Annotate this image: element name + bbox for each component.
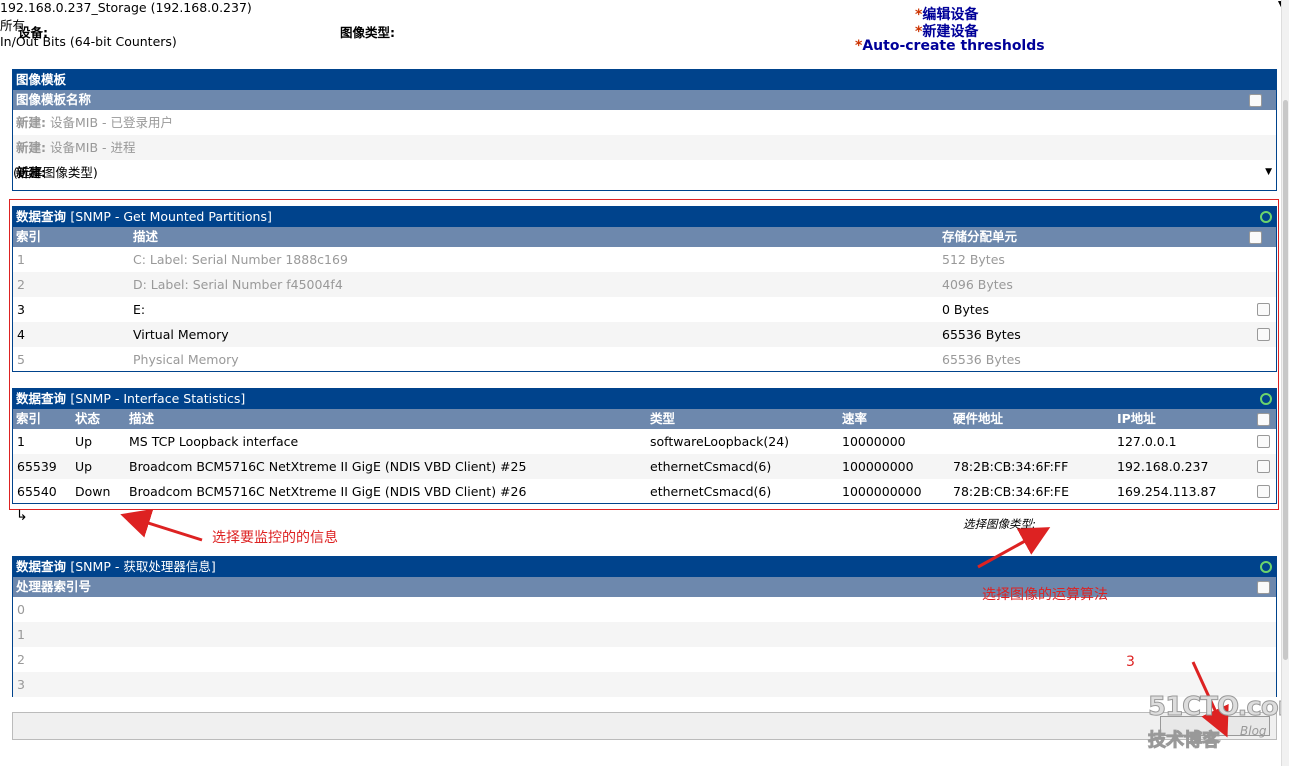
watermark-blog: Blog [1240,724,1267,738]
watermark-brand: 51CTO.com [1148,692,1289,723]
arrow-to-table [120,508,203,542]
annotation-select-algo: 选择图像的运算算法 [982,587,1108,603]
annotation-step: 3 [1126,654,1135,670]
annotation-select-info: 选择要监控的的信息 [212,530,338,546]
scrollbar-thumb[interactable] [1283,100,1288,660]
annotation-arrows [120,508,1229,738]
watermark-sub: 技术博客 [1148,730,1221,752]
arrow-to-select [977,527,1051,569]
page-scrollbar[interactable] [1281,0,1289,766]
